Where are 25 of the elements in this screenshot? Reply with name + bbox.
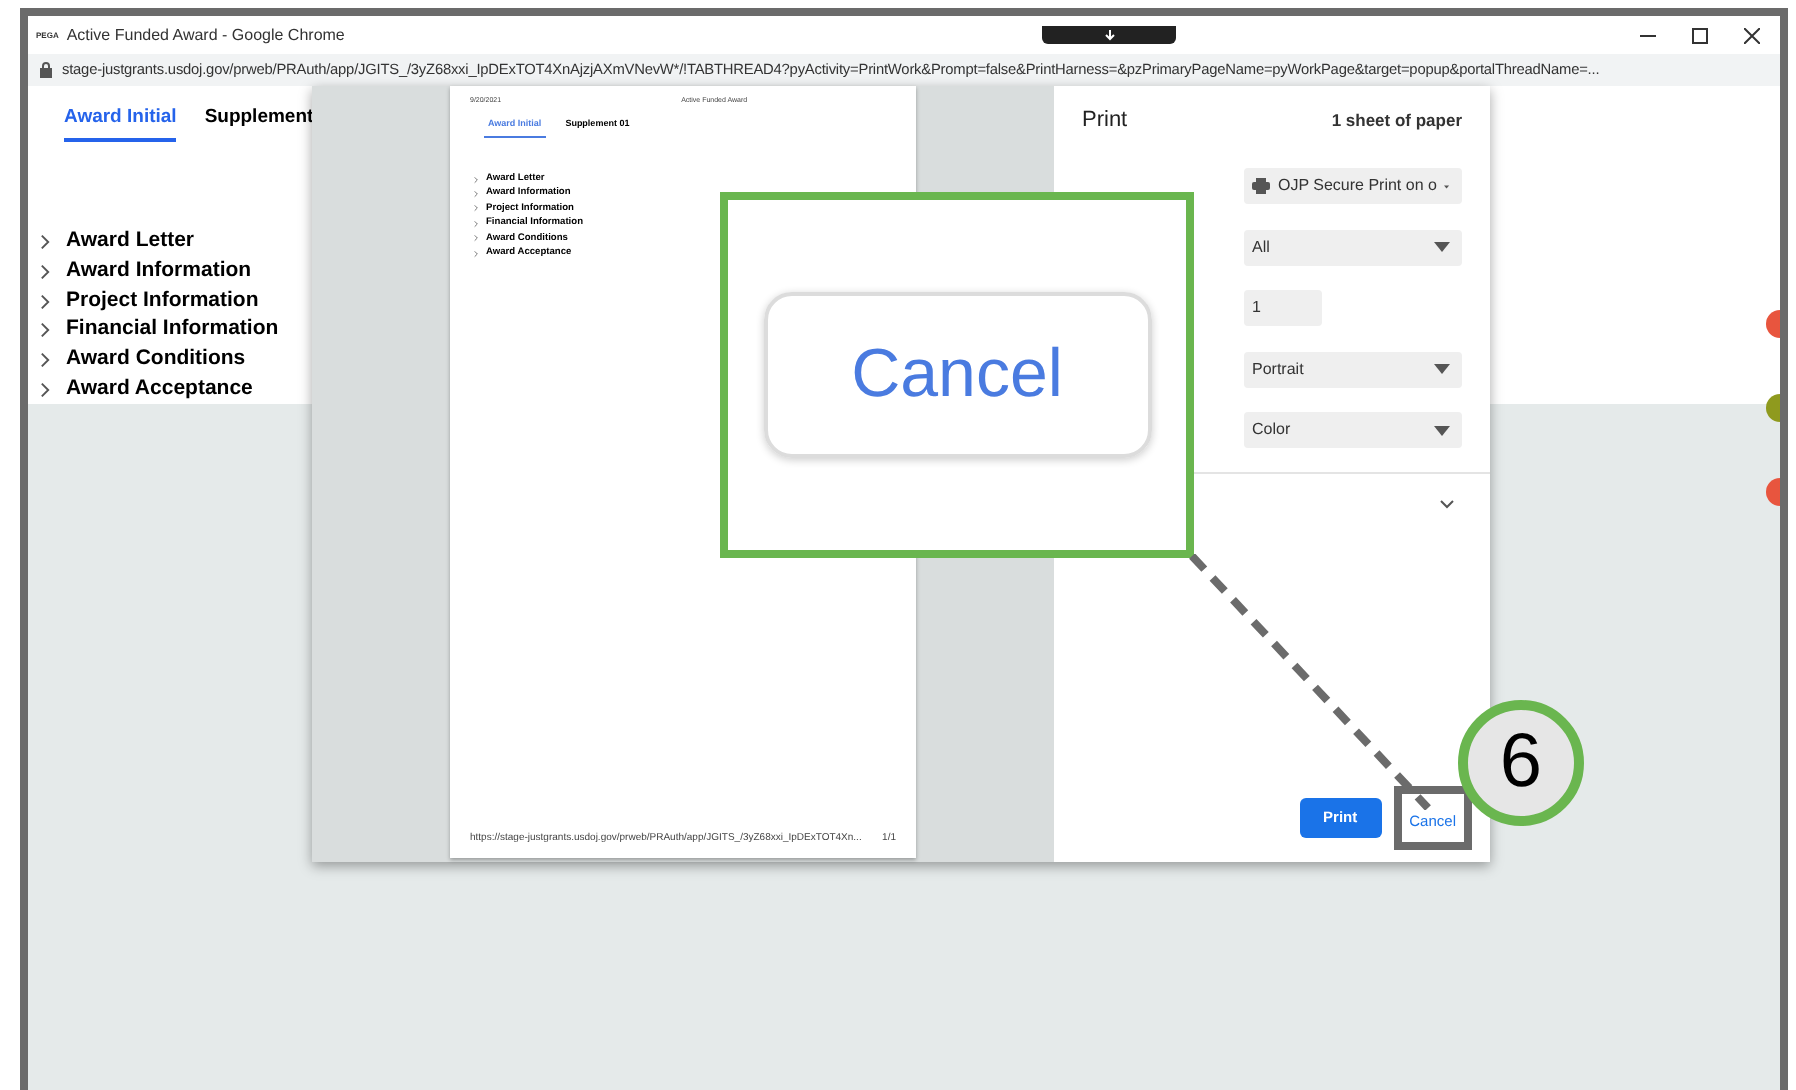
section-title[interactable]: Award Conditions [66,344,246,376]
section-title[interactable]: Award Letter [66,226,194,259]
expand-chevron-icon[interactable] [1440,499,1454,509]
section-title[interactable]: Financial Information [66,314,279,347]
sheet-count: 1 sheet of paper [1331,108,1462,134]
section-title[interactable]: Award Acceptance [66,373,253,406]
printer-icon [1252,178,1270,195]
section-title[interactable]: Project Information [66,285,259,317]
dialog-title: Print [1082,106,1128,137]
setting-dropdown[interactable]: OJP Secure Print on o [1244,168,1462,205]
setting-dropdown[interactable]: All [1244,229,1462,266]
download-icon[interactable] [1103,29,1115,41]
setting-dropdown[interactable]: Color [1244,412,1462,449]
setting-dropdown[interactable]: Portrait [1244,351,1462,388]
close-icon[interactable] [1744,27,1760,43]
caret-icon [1434,425,1450,436]
maximize-icon[interactable] [1692,27,1708,43]
copies-field[interactable]: 1 [1244,290,1322,327]
lock-icon [40,62,52,78]
caret-icon [1434,242,1450,253]
window-title: Active Funded Award - Google Chrome [66,23,345,47]
page-tab[interactable]: Award Initial [64,103,177,142]
caret-icon [1434,364,1450,375]
page-tab[interactable]: Supplement [204,103,314,142]
section-title[interactable]: Award Information [66,256,252,288]
